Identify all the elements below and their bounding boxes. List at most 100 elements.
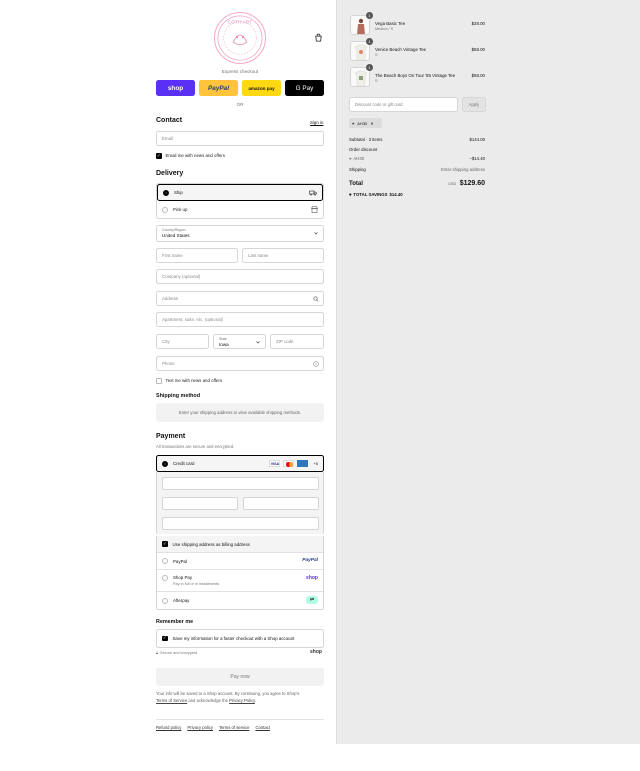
- pickup-radio[interactable]: [162, 206, 168, 213]
- shoppay-label: Shop Pay: [173, 575, 193, 580]
- first-name-field[interactable]: First name: [156, 248, 238, 263]
- item-price: $58.00: [471, 47, 485, 52]
- product-image-icon: [357, 18, 365, 34]
- express-pay-row: shop PayPal amazon pay G Pay: [156, 80, 324, 96]
- apartment-field[interactable]: Apartment, suite, etc. (optional): [156, 312, 324, 327]
- card-fields-panel: [156, 472, 324, 534]
- paypal-button[interactable]: PayPal: [199, 80, 238, 96]
- order-discount-label: Order discount: [349, 147, 378, 152]
- credit-card-label: Credit card: [173, 461, 195, 466]
- afterpay-logo-icon: ⇄: [306, 596, 318, 604]
- email-field[interactable]: Email: [156, 131, 324, 146]
- phone-field[interactable]: Phone ?: [156, 356, 324, 371]
- item-variant: S: [375, 79, 378, 83]
- shipping-method-title: Shipping method: [156, 393, 201, 399]
- pay-now-button[interactable]: Pay now: [156, 668, 324, 686]
- google-pay-button[interactable]: G Pay: [285, 80, 324, 96]
- card-name-field[interactable]: [162, 517, 319, 530]
- discount-tag-label: AH30: [357, 120, 368, 126]
- checkmark-icon[interactable]: ✓: [156, 153, 162, 159]
- address-field[interactable]: Address: [156, 291, 324, 306]
- logo-art-icon: COTH ART: [217, 15, 263, 61]
- discount-code-label: AH30: [353, 156, 365, 161]
- svg-text:?: ?: [315, 362, 317, 366]
- terms-of-service-footer-link[interactable]: Terms of service: [219, 725, 249, 730]
- contact-title: Contact: [156, 117, 183, 124]
- shoppay-sublabel: Pay in full or in installments: [173, 582, 220, 586]
- payment-alternatives: ✓ Use shipping address as billing addres…: [156, 536, 324, 610]
- contact-link[interactable]: Contact: [255, 725, 269, 730]
- apartment-placeholder: Apartment, suite, etc. (optional): [162, 317, 224, 322]
- subtotal-value: $144.00: [469, 137, 485, 142]
- ship-option[interactable]: Ship: [157, 184, 323, 201]
- afterpay-label: Afterpay: [173, 598, 190, 603]
- discount-code-input[interactable]: Discount code or gift card: [349, 97, 458, 112]
- city-placeholder: City: [162, 339, 170, 344]
- text-news-checkbox[interactable]: [156, 378, 162, 384]
- afterpay-option[interactable]: Afterpay ⇄: [157, 592, 323, 609]
- zip-field[interactable]: ZIP code: [270, 334, 324, 349]
- email-news-checkbox-row[interactable]: ✓ Email me with news and offers: [156, 153, 225, 159]
- paypal-radio[interactable]: [162, 558, 168, 564]
- chevron-down-icon: [256, 341, 260, 344]
- store-logo[interactable]: COTH ART: [214, 12, 266, 64]
- close-icon[interactable]: ✕: [370, 121, 373, 126]
- paypal-logo-icon: PayPal: [302, 558, 318, 563]
- card-expiry-field[interactable]: [162, 497, 238, 510]
- svg-text:COTH ART: COTH ART: [228, 20, 252, 26]
- search-icon: [313, 296, 319, 302]
- legal-text: Your info will be saved to a Shop accoun…: [156, 690, 324, 704]
- terms-of-service-link[interactable]: Terms of Service: [156, 698, 187, 703]
- card-number-field[interactable]: [162, 477, 319, 490]
- apply-discount-button[interactable]: Apply: [462, 97, 486, 112]
- discount-value: −$14.40: [469, 156, 485, 161]
- shopping-bag-icon[interactable]: [314, 33, 323, 42]
- legal-text-2: and acknowledge the: [188, 698, 228, 703]
- total-label: Total: [349, 181, 363, 187]
- state-select[interactable]: State Iowa: [213, 334, 266, 349]
- refund-policy-link[interactable]: Refund policy: [156, 725, 181, 730]
- amazon-pay-button[interactable]: amazon pay: [242, 80, 281, 96]
- address-placeholder: Address: [162, 296, 179, 301]
- save-info-row[interactable]: ✓ Save my information for a faster check…: [157, 630, 323, 647]
- paypal-option[interactable]: PayPal PayPal: [157, 553, 323, 570]
- payment-credit-card: Credit card VISA +5: [156, 455, 324, 472]
- quantity-badge: 1: [366, 38, 373, 45]
- privacy-policy-footer-link[interactable]: Privacy policy: [187, 725, 213, 730]
- paypal-label: PayPal: [173, 558, 187, 564]
- ship-radio[interactable]: [163, 189, 169, 196]
- privacy-policy-link[interactable]: Privacy Policy: [229, 698, 255, 703]
- cart-item: 1 Vega Basic Tee Medina / S $28.00: [350, 12, 485, 37]
- country-select[interactable]: Country/Region United States: [156, 225, 324, 242]
- delivery-title: Delivery: [156, 170, 184, 177]
- checkmark-icon[interactable]: ✓: [162, 541, 168, 547]
- checkmark-icon[interactable]: ✓: [162, 636, 168, 642]
- billing-address-row[interactable]: ✓ Use shipping address as billing addres…: [157, 536, 323, 553]
- shop-pay-button[interactable]: shop: [156, 80, 195, 96]
- last-name-field[interactable]: Last name: [242, 248, 324, 263]
- legal-text-1: Your info will be saved to a Shop accoun…: [156, 691, 300, 696]
- company-placeholder: Company (optional): [162, 274, 201, 279]
- secure-label: Secure and encrypted: [160, 651, 198, 655]
- shoppay-option[interactable]: Shop Pay Pay in full or in installments …: [157, 570, 323, 592]
- shoppay-radio[interactable]: [162, 575, 168, 581]
- save-info-label: Save my information for a faster checkou…: [172, 636, 295, 641]
- card-cvv-field[interactable]: [243, 497, 319, 510]
- ship-label: Ship: [174, 190, 183, 195]
- pickup-option[interactable]: Pick up: [157, 201, 323, 218]
- text-news-checkbox-row[interactable]: Text me with news and offers: [156, 378, 222, 384]
- afterpay-radio[interactable]: [162, 597, 168, 604]
- credit-card-radio[interactable]: [162, 460, 168, 467]
- tag-icon: ⌖: [349, 192, 352, 197]
- city-field[interactable]: City: [156, 334, 209, 349]
- checkout-main: COTH ART Express checkout shop PayPal am…: [0, 0, 336, 771]
- item-price: $28.00: [471, 21, 485, 26]
- country-label: Country/Region: [162, 228, 186, 232]
- sign-in-link[interactable]: Sign in: [310, 120, 323, 125]
- shop-logo-icon: shop: [306, 575, 318, 581]
- product-image-icon: [354, 44, 368, 60]
- help-circle-icon[interactable]: ?: [313, 361, 319, 367]
- company-field[interactable]: Company (optional): [156, 269, 324, 284]
- remember-me-box: ✓ Save my information for a faster check…: [156, 629, 324, 648]
- credit-card-option[interactable]: Credit card VISA +5: [156, 455, 324, 472]
